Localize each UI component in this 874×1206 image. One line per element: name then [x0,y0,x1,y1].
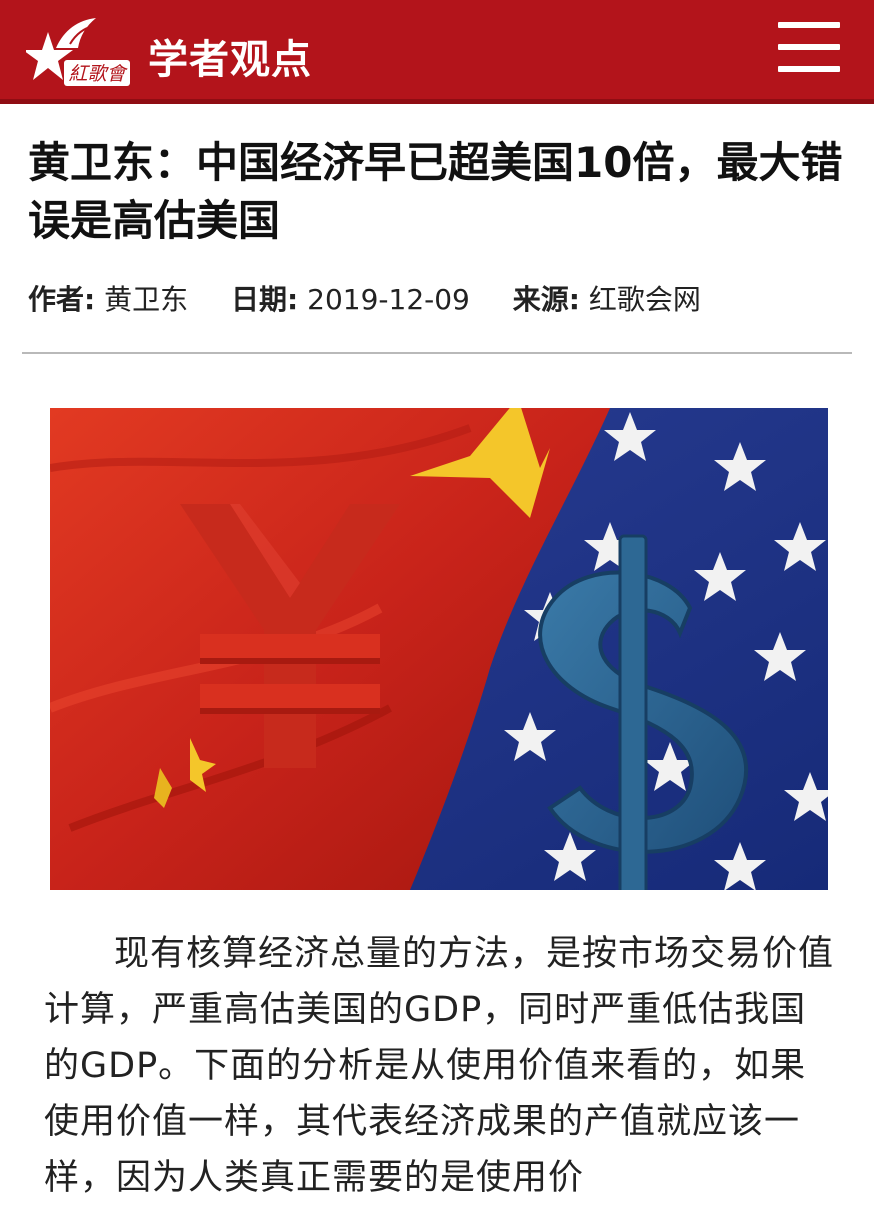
article-meta: 作者: 黄卫东 日期: 2019-12-09 来源: 红歌会网 [28,280,858,320]
article-body-paragraph: 现有核算经济总量的方法，是按市场交易价值计算，严重高估美国的GDP，同时严重低估… [44,934,835,1198]
article-title: 黄卫东：中国经济早已超美国10倍，最大错误是高估美国 [28,138,843,245]
red-star-logo-icon: 紅歌會 [23,18,130,86]
logo-text: 紅歌會 [68,63,128,85]
author-value: 黄卫东 [104,283,189,316]
article-hero-image: ¥ $ [50,408,828,890]
date-info: 日期: 2019-12-09 [231,283,470,316]
date-label: 日期: [231,283,299,316]
source-label: 来源: [512,283,580,316]
date-value: 2019-12-09 [307,283,470,316]
top-navigation-bar: 紅歌會 学者观点 [0,0,874,104]
author-info: 作者: 黄卫东 [28,283,188,316]
source-info: 来源: 红歌会网 [513,283,701,316]
header-divider [22,352,852,354]
site-logo[interactable]: 紅歌會 [23,14,134,90]
hamburger-menu-icon[interactable] [778,20,840,74]
source-value: 红歌会网 [588,283,701,316]
author-label: 作者: [28,283,96,316]
section-title: 学者观点 [148,37,312,83]
